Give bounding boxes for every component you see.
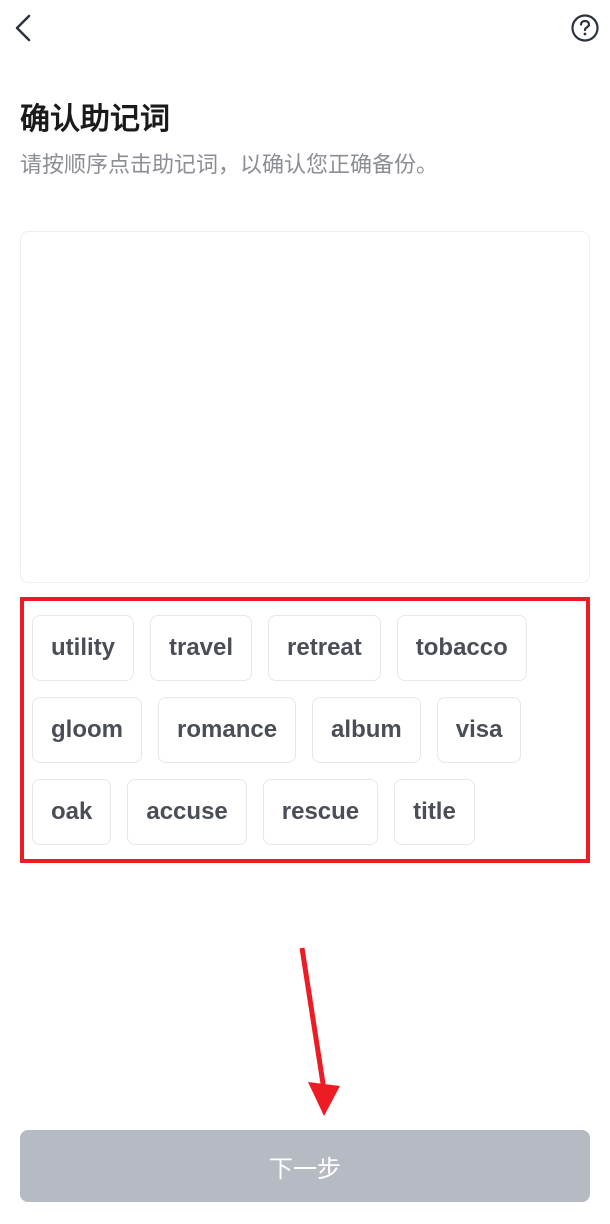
word-chip[interactable]: travel (150, 615, 252, 681)
word-chip[interactable]: retreat (268, 615, 381, 681)
main-content: 确认助记词 请按顺序点击助记词，以确认您正确备份。 utility travel… (0, 52, 610, 863)
page-subtitle: 请按顺序点击助记词，以确认您正确备份。 (20, 150, 590, 181)
page-title: 确认助记词 (20, 94, 590, 138)
back-button[interactable] (10, 14, 38, 42)
word-chip[interactable]: gloom (32, 697, 142, 763)
help-button[interactable] (570, 13, 600, 43)
annotation-arrow-icon (290, 942, 350, 1122)
word-chip[interactable]: rescue (263, 779, 378, 845)
word-chip[interactable]: visa (437, 697, 522, 763)
word-chip[interactable]: title (394, 779, 475, 845)
word-chip[interactable]: tobacco (397, 615, 527, 681)
word-chip[interactable]: album (312, 697, 421, 763)
chevron-left-icon (13, 14, 35, 42)
header-bar (0, 0, 610, 52)
word-chip[interactable]: oak (32, 779, 111, 845)
mnemonic-words-container: utility travel retreat tobacco gloom rom… (20, 597, 590, 863)
word-chip[interactable]: accuse (127, 779, 246, 845)
next-button[interactable]: 下一步 (20, 1130, 590, 1202)
question-mark-icon (571, 14, 599, 42)
word-chip[interactable]: utility (32, 615, 134, 681)
word-chip[interactable]: romance (158, 697, 296, 763)
selected-words-area[interactable] (20, 231, 590, 583)
